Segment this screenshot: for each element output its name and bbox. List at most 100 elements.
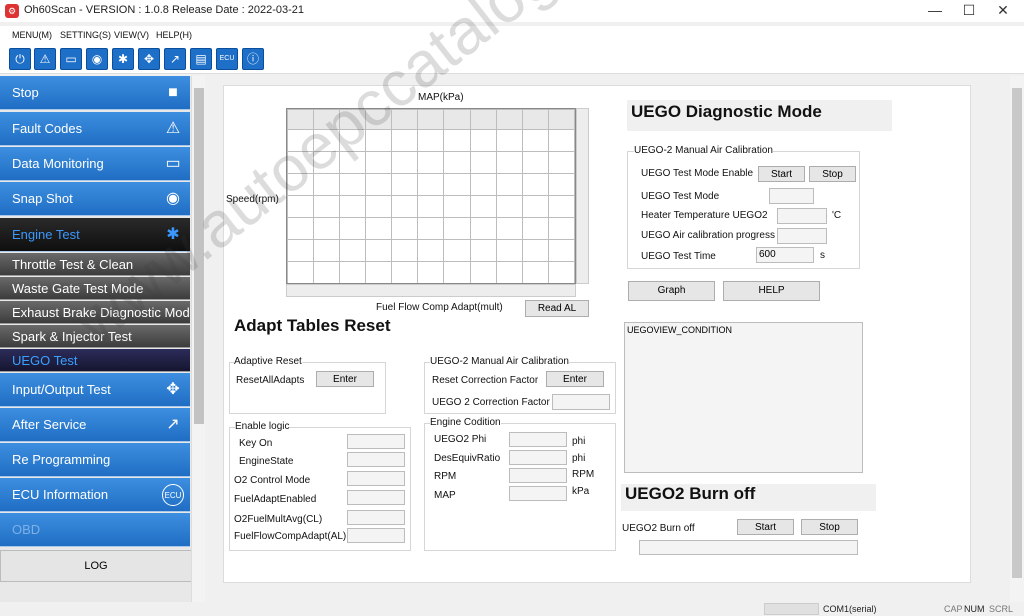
- close-button[interactable]: ✕: [986, 0, 1020, 22]
- table-cell[interactable]: [521, 261, 549, 283]
- table-cell[interactable]: [391, 151, 419, 174]
- table-cell[interactable]: [313, 239, 341, 262]
- table-cell[interactable]: [469, 173, 497, 196]
- adapt-table-grid[interactable]: [286, 108, 576, 284]
- table-cell[interactable]: [417, 109, 445, 130]
- table-cell[interactable]: [417, 195, 445, 218]
- table-cell[interactable]: [547, 195, 575, 218]
- move-icon[interactable]: ✥: [138, 48, 160, 70]
- table-cell[interactable]: [339, 239, 367, 262]
- table-cell[interactable]: [365, 195, 393, 218]
- read-al-button[interactable]: Read AL: [525, 300, 589, 317]
- table-cell[interactable]: [469, 129, 497, 152]
- table-cell[interactable]: [313, 129, 341, 152]
- sidebar-item-input-output[interactable]: Input/Output Test ✥: [0, 373, 190, 407]
- file-icon[interactable]: ▤: [190, 48, 212, 70]
- table-cell[interactable]: [469, 109, 497, 130]
- table-cell[interactable]: [521, 109, 549, 130]
- reset-correction-enter-button[interactable]: Enter: [546, 371, 604, 387]
- table-cell[interactable]: [365, 109, 393, 130]
- subitem-uego-test[interactable]: UEGO Test: [0, 349, 190, 372]
- table-cell[interactable]: [469, 261, 497, 283]
- table-cell[interactable]: [547, 129, 575, 152]
- table-cell[interactable]: [391, 195, 419, 218]
- table-cell[interactable]: [287, 151, 315, 174]
- grid-vertical-scrollbar[interactable]: [576, 108, 589, 284]
- table-cell[interactable]: [547, 173, 575, 196]
- table-cell[interactable]: [339, 217, 367, 240]
- table-cell[interactable]: [495, 217, 523, 240]
- table-cell[interactable]: [443, 109, 471, 130]
- minimize-button[interactable]: —: [918, 0, 952, 22]
- warning-icon[interactable]: ⚠: [34, 48, 56, 70]
- table-cell[interactable]: [339, 195, 367, 218]
- table-cell[interactable]: [287, 261, 315, 283]
- menu-help[interactable]: HELP(H): [156, 30, 192, 40]
- table-cell[interactable]: [495, 173, 523, 196]
- table-cell[interactable]: [495, 239, 523, 262]
- help-button[interactable]: HELP: [723, 281, 820, 301]
- burnoff-start-button[interactable]: Start: [737, 519, 794, 535]
- table-cell[interactable]: [443, 173, 471, 196]
- table-cell[interactable]: [391, 261, 419, 283]
- menu-menu[interactable]: MENU(M): [12, 30, 52, 40]
- menu-view[interactable]: VIEW(V): [114, 30, 149, 40]
- table-cell[interactable]: [417, 173, 445, 196]
- table-cell[interactable]: [547, 261, 575, 283]
- maximize-button[interactable]: ☐: [952, 0, 986, 22]
- uego-start-button[interactable]: Start: [758, 166, 805, 182]
- table-cell[interactable]: [339, 261, 367, 283]
- table-cell[interactable]: [313, 173, 341, 196]
- table-cell[interactable]: [469, 217, 497, 240]
- table-cell[interactable]: [443, 239, 471, 262]
- ecu-icon[interactable]: ECU: [216, 48, 238, 70]
- grid-horizontal-scrollbar[interactable]: [286, 284, 576, 297]
- table-cell[interactable]: [469, 151, 497, 174]
- table-cell[interactable]: [313, 217, 341, 240]
- sidebar-item-after-service[interactable]: After Service ↗: [0, 408, 190, 442]
- subitem-spark-injector[interactable]: Spark & Injector Test: [0, 325, 190, 348]
- sidebar-scroll-thumb[interactable]: [194, 88, 204, 424]
- table-cell[interactable]: [365, 239, 393, 262]
- power-icon[interactable]: ⏻: [9, 48, 31, 70]
- info-icon[interactable]: ⓘ: [242, 48, 264, 70]
- table-cell[interactable]: [339, 109, 367, 130]
- table-cell[interactable]: [313, 261, 341, 283]
- engine-icon[interactable]: ✱: [112, 48, 134, 70]
- table-cell[interactable]: [547, 239, 575, 262]
- table-cell[interactable]: [391, 217, 419, 240]
- sidebar-scrollbar[interactable]: [191, 76, 205, 602]
- table-cell[interactable]: [495, 129, 523, 152]
- subitem-throttle-test[interactable]: Throttle Test & Clean: [0, 253, 190, 276]
- main-scrollbar[interactable]: [1010, 76, 1024, 602]
- table-cell[interactable]: [495, 261, 523, 283]
- sidebar-item-engine-test[interactable]: Engine Test ✱: [0, 218, 190, 252]
- table-cell[interactable]: [287, 217, 315, 240]
- table-cell[interactable]: [391, 239, 419, 262]
- table-cell[interactable]: [547, 109, 575, 130]
- table-cell[interactable]: [547, 151, 575, 174]
- table-cell[interactable]: [313, 195, 341, 218]
- table-cell[interactable]: [417, 261, 445, 283]
- table-cell[interactable]: [469, 239, 497, 262]
- table-cell[interactable]: [365, 261, 393, 283]
- table-cell[interactable]: [365, 217, 393, 240]
- table-cell[interactable]: [287, 109, 315, 130]
- table-cell[interactable]: [417, 151, 445, 174]
- table-cell[interactable]: [521, 129, 549, 152]
- table-cell[interactable]: [365, 173, 393, 196]
- table-cell[interactable]: [495, 109, 523, 130]
- sidebar-item-obd[interactable]: OBD: [0, 513, 190, 547]
- reset-all-adapts-enter-button[interactable]: Enter: [316, 371, 374, 387]
- table-cell[interactable]: [287, 239, 315, 262]
- table-cell[interactable]: [339, 151, 367, 174]
- log-button[interactable]: LOG: [0, 550, 192, 582]
- uego-stop-button[interactable]: Stop: [809, 166, 856, 182]
- table-cell[interactable]: [443, 261, 471, 283]
- table-cell[interactable]: [391, 109, 419, 130]
- table-cell[interactable]: [417, 129, 445, 152]
- main-scroll-thumb[interactable]: [1012, 88, 1022, 578]
- table-cell[interactable]: [417, 217, 445, 240]
- table-cell[interactable]: [495, 151, 523, 174]
- table-cell[interactable]: [417, 239, 445, 262]
